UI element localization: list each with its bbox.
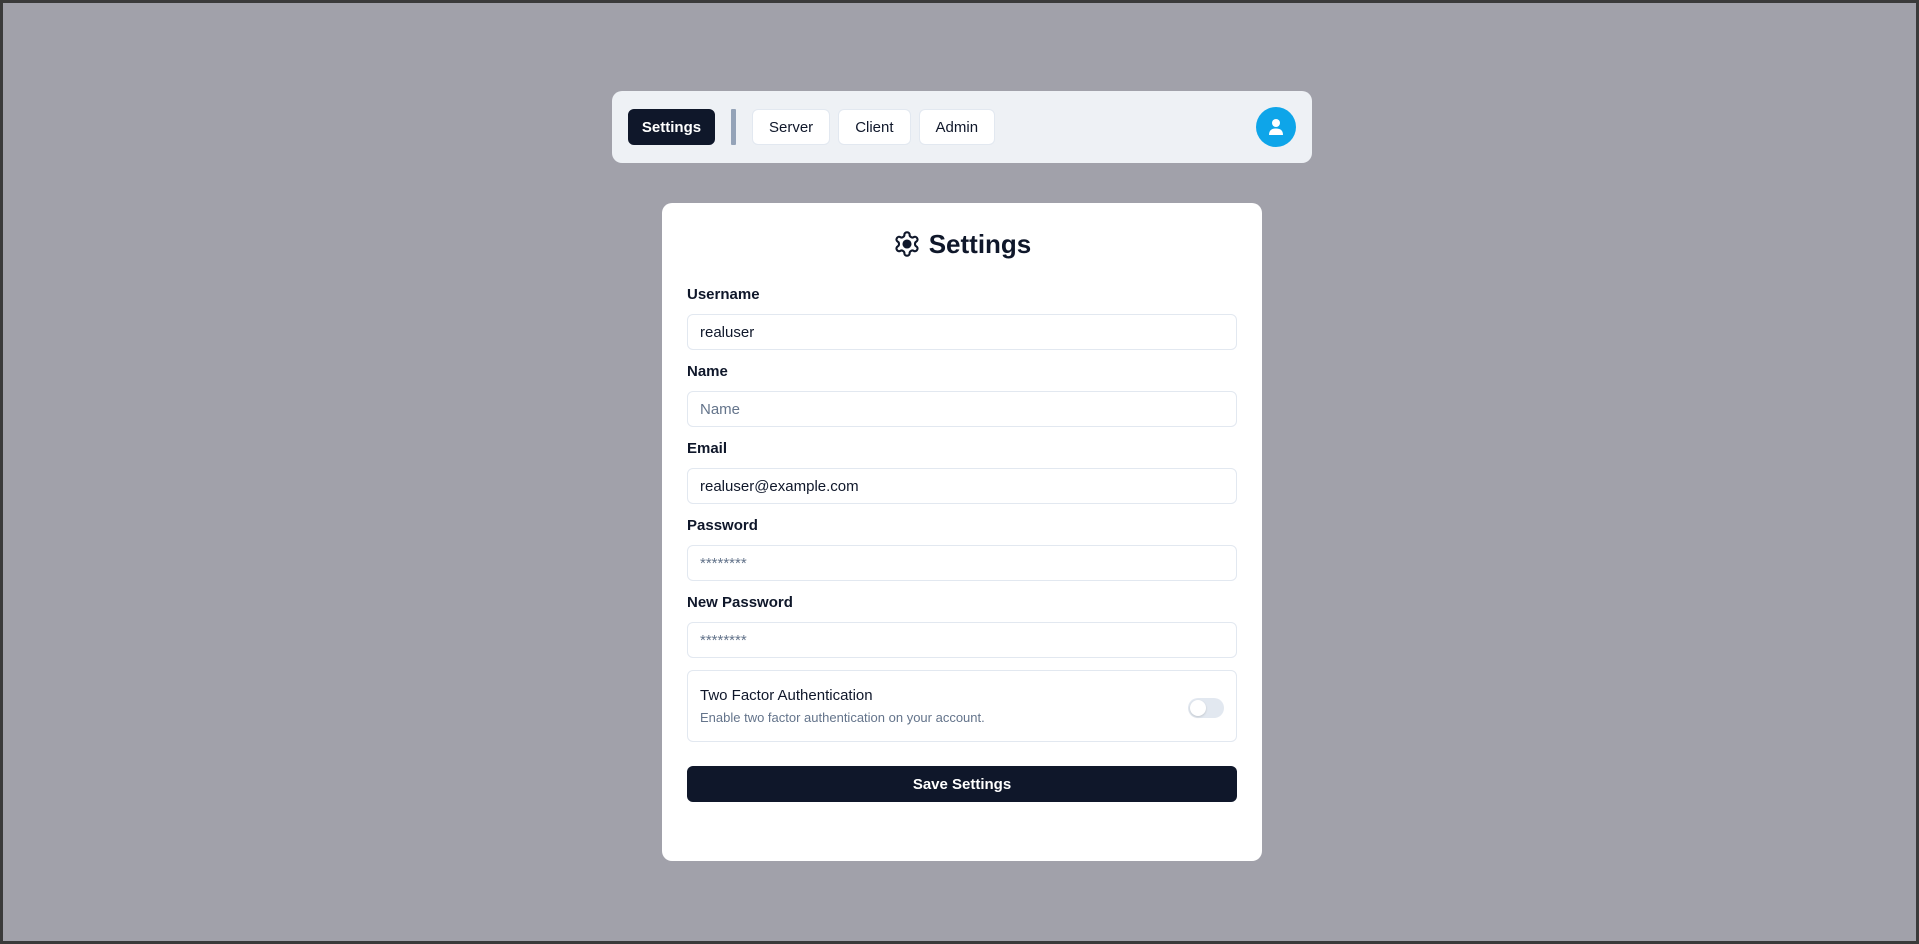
page-title: Settings [687,227,1237,261]
email-field: Email [687,439,1237,504]
top-navbar: Settings Server Client Admin [612,91,1312,163]
name-input[interactable] [687,391,1237,427]
tab-admin[interactable]: Admin [918,109,996,145]
toggle-knob [1190,700,1206,716]
user-icon [1269,119,1283,135]
page-title-text: Settings [928,228,1032,259]
email-label: Email [687,440,728,457]
password-field: Password [687,516,1237,581]
two-factor-text: Two Factor Authentication Enable two fac… [700,686,1188,726]
name-label: Name [687,363,728,380]
password-input[interactable] [687,545,1237,581]
tab-client[interactable]: Client [838,109,911,145]
username-field: Username [687,285,1237,350]
user-avatar-button[interactable] [1256,107,1296,147]
tab-server[interactable]: Server [752,109,831,145]
username-input[interactable] [687,314,1237,350]
new-password-field: New Password [687,593,1237,658]
email-input[interactable] [687,468,1237,504]
new-password-label: New Password [687,594,793,611]
new-password-input[interactable] [687,622,1237,658]
nav-divider [731,109,736,145]
two-factor-description: Enable two factor authentication on your… [700,710,985,725]
name-field: Name [687,362,1237,427]
username-label: Username [687,286,760,303]
two-factor-setting: Two Factor Authentication Enable two fac… [687,670,1237,742]
two-factor-title: Two Factor Authentication [700,687,873,704]
settings-card: Settings Username Name Email Password Ne… [662,203,1262,861]
two-factor-toggle[interactable] [1188,698,1224,718]
save-settings-button[interactable]: Save Settings [687,766,1237,802]
app-window: Settings Server Client Admin Settings Us… [0,0,1919,944]
password-label: Password [687,517,758,534]
gear-icon [895,231,919,257]
tab-settings[interactable]: Settings [628,109,715,145]
